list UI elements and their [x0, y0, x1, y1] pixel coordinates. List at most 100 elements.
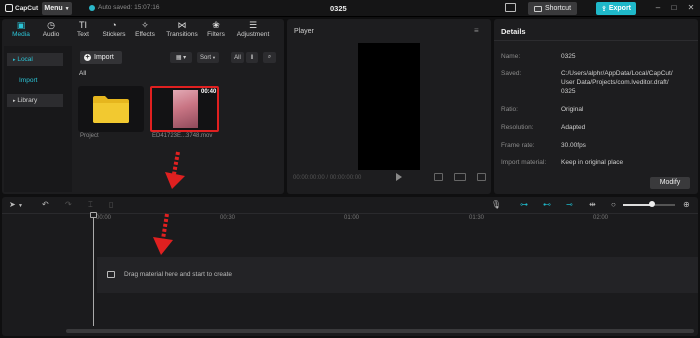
chevron-down-icon[interactable]: ▼ — [18, 203, 23, 209]
tab-adjustment[interactable]: ☰ Adjustment — [233, 20, 273, 44]
nav-item-local-label: Local — [17, 56, 33, 63]
effects-icon: ✧ — [141, 20, 149, 30]
export-label: Export — [608, 5, 632, 12]
video-thumbnail — [173, 90, 198, 128]
drop-hint-text: Drag material here and start to create — [124, 271, 233, 278]
ruler-label: 00:00 — [96, 215, 112, 221]
detail-resolution-value: Adapted — [561, 124, 586, 131]
zoom-slider-handle[interactable] — [649, 201, 655, 207]
view-toggle-button[interactable]: ▦ ▾ — [170, 52, 192, 63]
redo-icon[interactable]: ↷ — [65, 200, 72, 209]
adjustment-icon: ☰ — [248, 20, 258, 30]
nav-item-local[interactable]: ▸ Local — [7, 53, 63, 66]
import-button-label: Import — [94, 54, 114, 61]
menu-button[interactable]: Menu ▼ — [42, 2, 72, 15]
layout-icon[interactable] — [505, 3, 516, 12]
project-title: 0325 — [330, 4, 347, 13]
hamburger-menu-icon[interactable]: ≡ — [474, 26, 479, 35]
filter-all-label: All — [234, 54, 241, 61]
microphone-icon[interactable]: 🎙 — [491, 200, 501, 209]
media-icon: ▣ — [16, 20, 26, 30]
nav-item-import[interactable]: Import — [7, 74, 63, 87]
film-icon — [107, 271, 115, 278]
detail-ratio-label: Ratio: — [501, 106, 518, 113]
ruler-label: 00:30 — [220, 215, 236, 221]
shortcut-label: Shortcut — [544, 5, 572, 12]
detail-name-label: Name: — [501, 53, 521, 60]
playhead-line[interactable] — [93, 214, 94, 326]
cloud-sync-icon — [89, 4, 95, 11]
detail-saved-label: Saved: — [501, 70, 522, 77]
ratio-icon[interactable] — [454, 173, 466, 181]
select-tool-icon[interactable]: ➤ — [9, 200, 16, 209]
detail-import-material-label: Import material: — [501, 159, 547, 166]
search-button[interactable]: ⌕ — [263, 52, 276, 63]
tab-text[interactable]: TI Text — [66, 20, 100, 44]
tab-filters-label: Filters — [207, 31, 225, 38]
zoom-slider-fill — [623, 204, 651, 206]
app-logo: CapCut — [5, 4, 38, 12]
ruler-label: 02:00 — [593, 215, 609, 221]
tab-transitions[interactable]: ⋈ Transitions — [162, 20, 202, 44]
video-duration: 00:40 — [201, 89, 217, 95]
stickers-icon: ◔ — [111, 20, 117, 30]
filter-icon: Ⅱ — [250, 55, 254, 61]
main-track-magnet-icon[interactable]: ⊶ — [520, 200, 528, 209]
capcut-logo-icon — [5, 4, 13, 12]
detail-saved-value-line-3: 0325 — [561, 88, 576, 95]
shortcut-button[interactable]: Shortcut — [528, 2, 577, 15]
filter-type-button[interactable]: Ⅱ — [246, 52, 258, 63]
zoom-in-icon[interactable]: ⊕ — [683, 200, 690, 209]
playhead-handle[interactable] — [90, 212, 97, 218]
chevron-down-icon: ▼ — [212, 55, 216, 60]
detail-saved-value-line-1: C:/Users/alphr/AppData/Local/CapCut/ — [561, 70, 673, 77]
auto-save-status: Auto saved: 15:07:16 — [89, 4, 159, 11]
tab-audio[interactable]: ◷ Audio — [34, 20, 68, 44]
export-button[interactable]: ⇪ Export — [596, 2, 636, 15]
player-timecode: 00:00:00:00 / 00:00:00:00 — [293, 175, 362, 181]
zoom-out-icon[interactable]: ○ — [611, 200, 616, 209]
plus-icon: + — [84, 54, 91, 61]
detail-framerate-label: Frame rate: — [501, 142, 535, 149]
tab-stickers-label: Stickers — [102, 31, 126, 38]
delete-icon[interactable]: ▯ — [109, 200, 113, 209]
maximize-icon[interactable]: □ — [668, 2, 680, 14]
detail-saved-value-line-2: User Data/Projects/com.lveditor.draft/ — [561, 79, 669, 86]
nav-item-library-label: Library — [17, 97, 38, 104]
play-icon[interactable] — [396, 173, 402, 181]
section-label-all: All — [79, 70, 87, 77]
audio-icon: ◷ — [47, 20, 55, 30]
tab-media[interactable]: ▣ Media — [4, 20, 38, 44]
player-title: Player — [294, 28, 314, 35]
undo-icon[interactable]: ↶ — [42, 200, 49, 209]
details-divider — [494, 40, 698, 41]
tab-audio-label: Audio — [42, 31, 60, 38]
modify-button[interactable]: Modify — [650, 177, 690, 189]
menu-button-label: Menu — [44, 5, 63, 12]
linkage-icon[interactable]: ⊸ — [566, 200, 573, 209]
fit-icon[interactable] — [434, 173, 443, 181]
split-icon[interactable]: ⌶ — [88, 200, 93, 210]
close-icon[interactable]: ✕ — [685, 2, 697, 14]
tab-effects[interactable]: ✧ Effects — [128, 20, 162, 44]
keyboard-icon — [533, 5, 542, 12]
fullscreen-icon[interactable] — [477, 173, 486, 181]
tab-stickers[interactable]: ◔ Stickers — [97, 20, 131, 44]
filter-all-button[interactable]: All — [231, 52, 244, 63]
sort-button[interactable]: Sort ▼ — [197, 52, 219, 63]
text-icon: TI — [79, 20, 87, 30]
tab-filters[interactable]: ❀ Filters — [199, 20, 233, 44]
detail-resolution-label: Resolution: — [501, 124, 534, 131]
preview-axis-icon[interactable]: ⇹ — [589, 200, 596, 209]
timeline-horizontal-scrollbar[interactable] — [66, 329, 694, 333]
upload-icon: ⇪ — [600, 5, 607, 13]
auto-snap-icon[interactable]: ⊷ — [543, 200, 551, 209]
nav-item-library[interactable]: ▸ Library — [7, 94, 63, 107]
timeline-toolbar-divider — [2, 213, 698, 214]
detail-framerate-value: 30.00fps — [561, 142, 586, 149]
search-icon: ⌕ — [267, 54, 272, 60]
import-button[interactable]: + Import — [80, 51, 122, 64]
annotation-arrow-down — [165, 151, 185, 189]
minimize-icon[interactable]: – — [652, 2, 664, 14]
detail-name-value: 0325 — [561, 53, 576, 60]
